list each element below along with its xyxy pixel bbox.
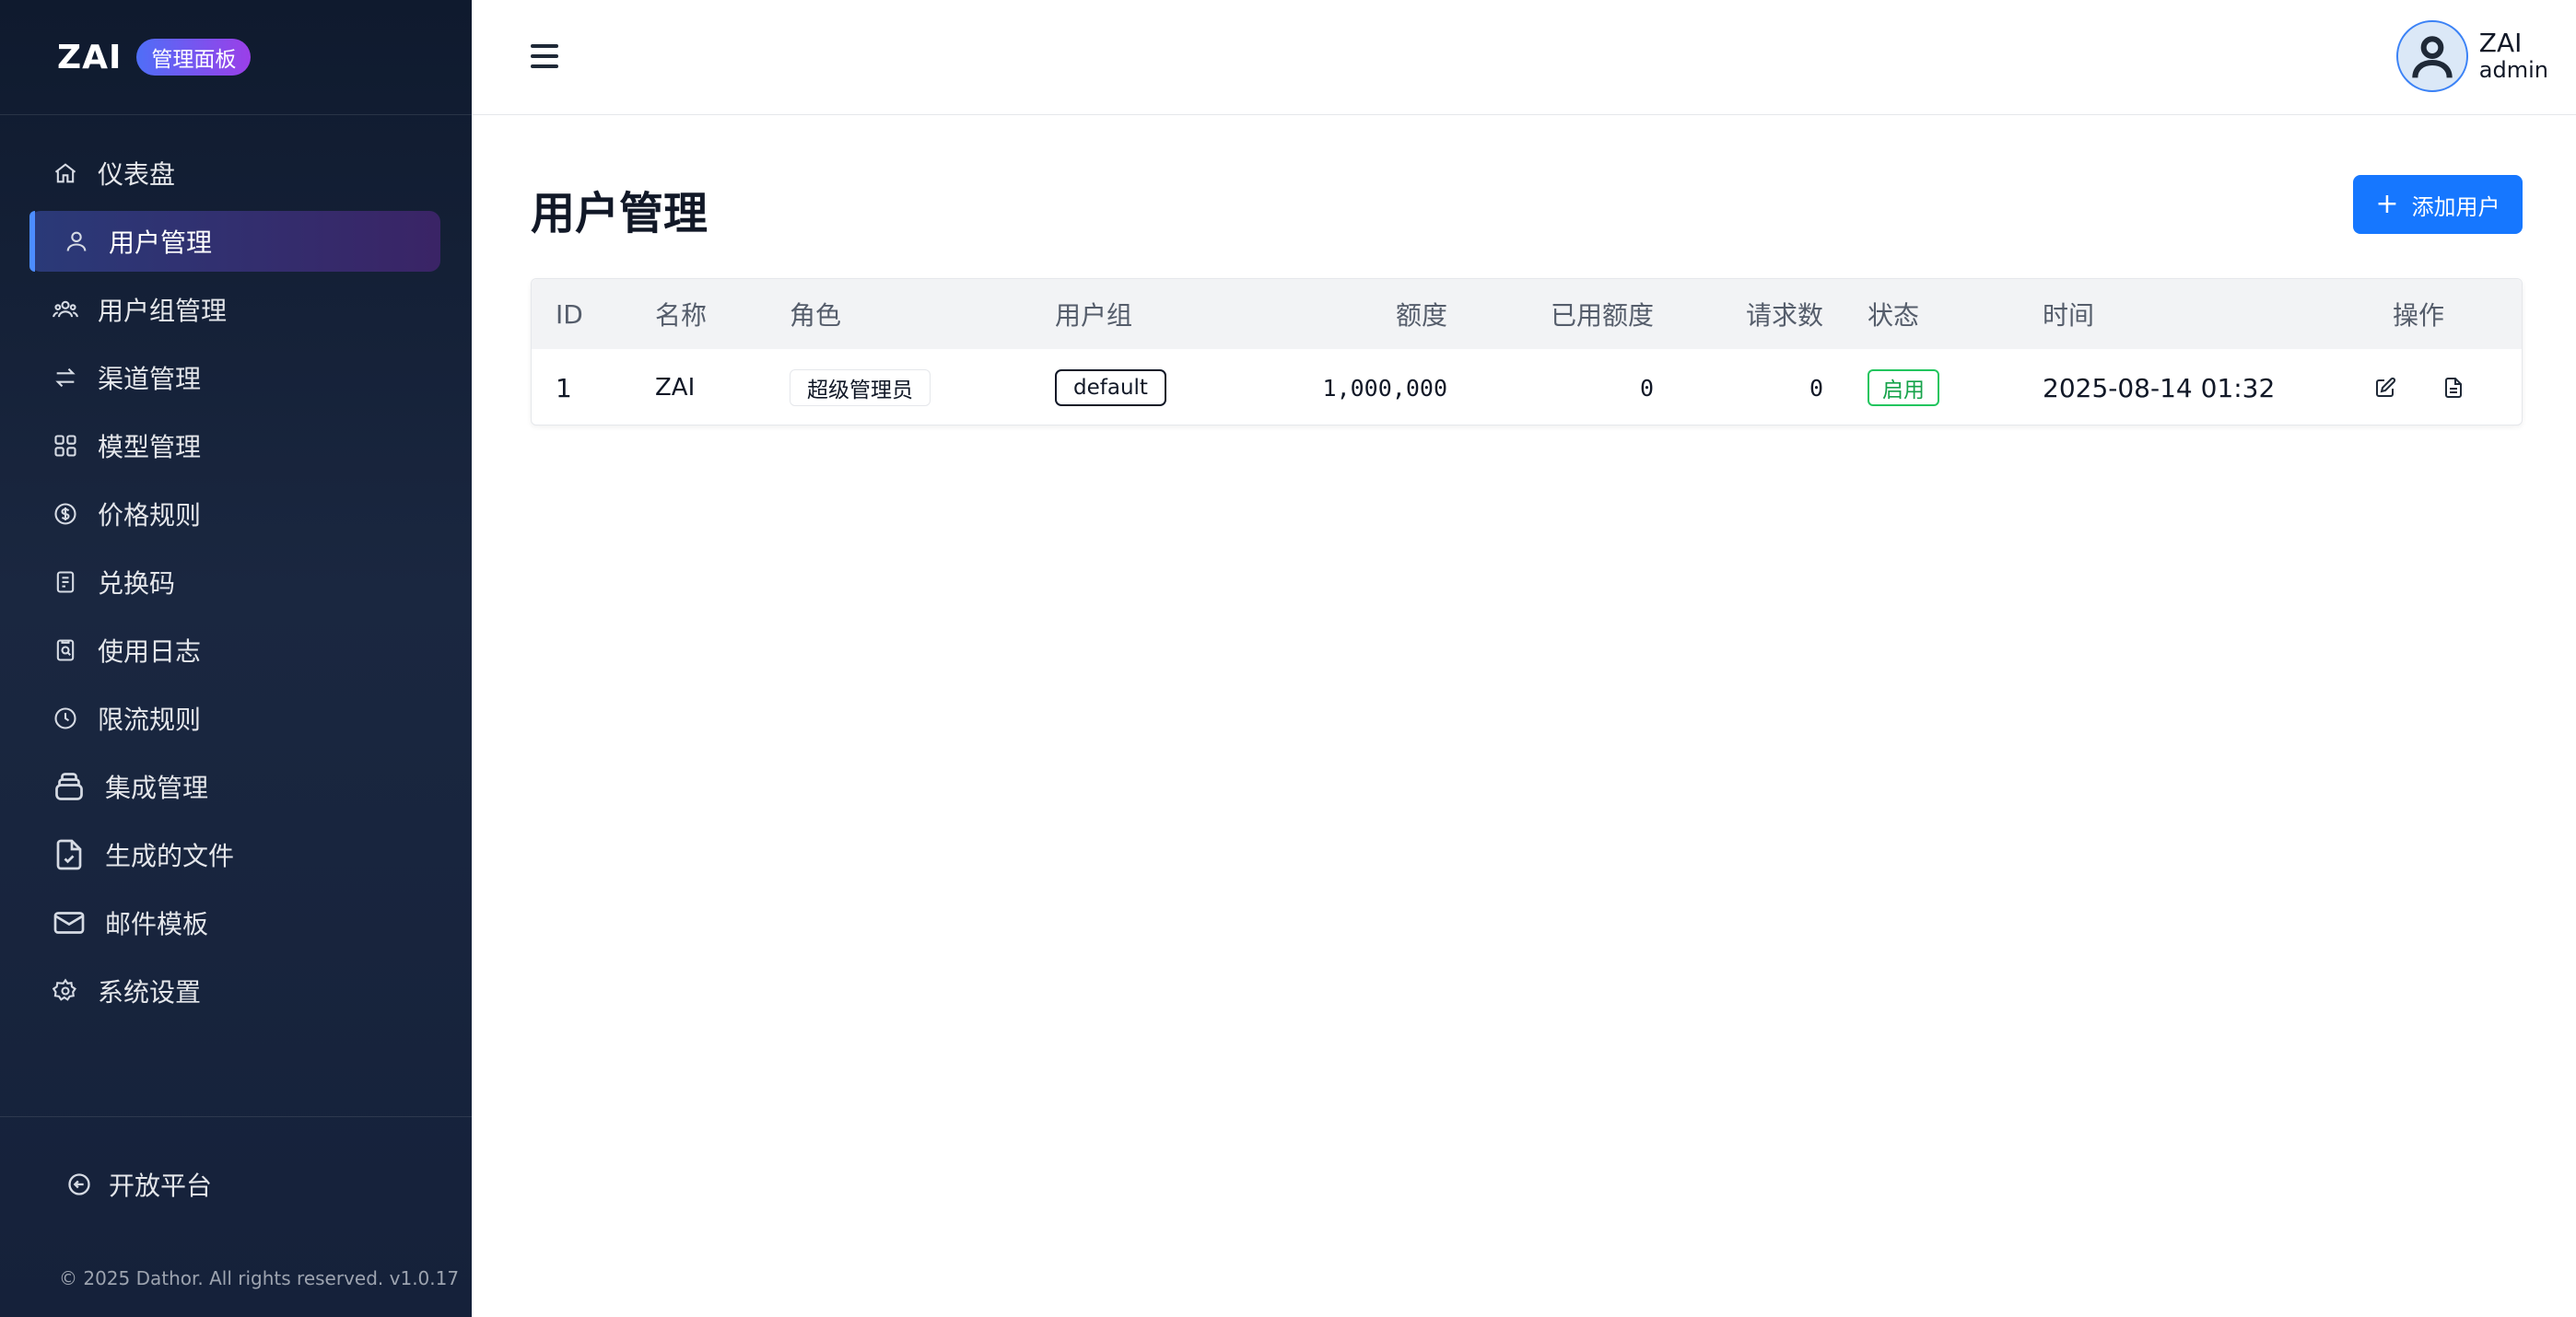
column-header-id[interactable]: ID xyxy=(556,279,583,349)
sidebar-item-users[interactable]: 用户管理 xyxy=(29,211,440,272)
status-badge: 启用 xyxy=(1868,369,1939,406)
edit-icon xyxy=(2376,377,2396,397)
sidebar-item-rate-limits[interactable]: 限流规则 xyxy=(31,688,440,749)
cell-id: 1 xyxy=(556,372,572,403)
users-icon xyxy=(52,296,79,323)
layers-icon xyxy=(52,773,87,800)
user-avatar-icon xyxy=(2412,36,2453,78)
hamburger-icon-line xyxy=(531,44,558,48)
document-icon xyxy=(2445,378,2462,398)
sidebar-item-dashboard[interactable]: 仪表盘 xyxy=(31,143,440,204)
hamburger-icon-line xyxy=(531,54,558,58)
sidebar-item-models[interactable]: 模型管理 xyxy=(31,415,440,476)
sidebar-item-redeem-codes[interactable]: 兑换码 xyxy=(31,552,440,612)
sidebar-item-label: 限流规则 xyxy=(98,705,202,735)
edit-button[interactable] xyxy=(2374,349,2396,426)
users-table: ID 名称 角色 用户组 额度 已用额度 请求数 状态 时间 操作 1 ZAI … xyxy=(531,278,2523,425)
brand-logo: ZAI xyxy=(57,38,123,76)
file-check-icon xyxy=(52,839,87,870)
column-header-name[interactable]: 名称 xyxy=(655,279,707,349)
column-header-actions: 操作 xyxy=(2393,300,2445,331)
brand[interactable]: ZAI 管理面板 xyxy=(0,0,472,115)
table-header: ID 名称 角色 用户组 额度 已用额度 请求数 状态 时间 操作 xyxy=(532,279,2522,349)
sidebar: ZAI 管理面板 仪表盘 用户管理 用户组管理 渠道管理 模型管理 价格规则 兑… xyxy=(0,0,472,1317)
home-icon xyxy=(52,159,79,187)
add-user-button[interactable]: + 添加用户 xyxy=(2353,175,2523,234)
plus-icon: + xyxy=(2375,188,2399,220)
column-header-time[interactable]: 时间 xyxy=(2043,279,2094,349)
cell-requests: 0 xyxy=(1809,374,1823,402)
sidebar-item-channels[interactable]: 渠道管理 xyxy=(31,347,440,408)
sidebar-item-label: 使用日志 xyxy=(98,636,202,667)
open-platform-label: 开放平台 xyxy=(109,1171,213,1201)
dollar-circle-icon xyxy=(52,500,79,528)
grid-icon xyxy=(52,432,79,460)
sidebar-item-label: 邮件模板 xyxy=(105,909,209,939)
sidebar-item-label: 用户管理 xyxy=(109,227,213,258)
column-header-quota[interactable]: 额度 xyxy=(1232,279,1447,349)
column-header-group[interactable]: 用户组 xyxy=(1055,279,1132,349)
column-header-requests[interactable]: 请求数 xyxy=(1674,279,1823,349)
avatar xyxy=(2395,20,2468,92)
sidebar-item-label: 兑换码 xyxy=(98,568,176,599)
sidebar-item-usage-logs[interactable]: 使用日志 xyxy=(31,620,440,681)
clock-icon xyxy=(52,705,79,732)
sidebar-item-pricing[interactable]: 价格规则 xyxy=(31,484,440,544)
hamburger-icon-line xyxy=(531,64,558,68)
user-name: ZAI xyxy=(2478,28,2523,59)
role-tag: 超级管理员 xyxy=(790,369,931,406)
swap-icon xyxy=(52,364,79,391)
group-tag: default xyxy=(1055,369,1166,406)
add-user-button-label: 添加用户 xyxy=(2411,193,2500,220)
column-header-used-quota[interactable]: 已用额度 xyxy=(1453,279,1654,349)
sidebar-item-label: 用户组管理 xyxy=(98,296,228,326)
logs-button[interactable] xyxy=(2442,349,2465,426)
sidebar-item-user-groups[interactable]: 用户组管理 xyxy=(31,279,440,340)
sidebar-item-label: 系统设置 xyxy=(98,977,202,1008)
user-icon xyxy=(63,227,90,255)
sidebar-nav: 仪表盘 用户管理 用户组管理 渠道管理 模型管理 价格规则 兑换码 使用日志 限… xyxy=(0,143,472,1029)
sidebar-item-label: 集成管理 xyxy=(105,773,209,803)
sidebar-item-label: 仪表盘 xyxy=(98,159,176,190)
log-search-icon xyxy=(52,636,79,664)
topbar: ZAI admin xyxy=(472,0,2576,115)
sidebar-item-label: 渠道管理 xyxy=(98,364,202,394)
sidebar-item-generated-files[interactable]: 生成的文件 xyxy=(31,824,440,885)
brand-badge: 管理面板 xyxy=(136,39,252,76)
sidebar-item-label: 价格规则 xyxy=(98,500,202,530)
sidebar-divider xyxy=(0,1116,472,1117)
open-platform-link[interactable]: 开放平台 xyxy=(66,1166,212,1203)
gear-icon xyxy=(52,977,79,1005)
cell-quota: 1,000,000 xyxy=(1322,374,1447,402)
sidebar-item-mail-templates[interactable]: 邮件模板 xyxy=(31,892,440,953)
sidebar-item-label: 生成的文件 xyxy=(105,841,235,871)
cell-time: 2025-08-14 01:32 xyxy=(2043,372,2276,403)
column-header-role[interactable]: 角色 xyxy=(790,279,841,349)
sidebar-item-integrations[interactable]: 集成管理 xyxy=(31,756,440,817)
table-row: 1 ZAI 超级管理员 default 1,000,000 0 0 启用 202… xyxy=(532,349,2522,426)
user-menu[interactable]: ZAI admin xyxy=(2395,20,2548,92)
user-role: admin xyxy=(2478,57,2548,84)
copyright: © 2025 Dathor. All rights reserved. v1.0… xyxy=(59,1267,460,1289)
sidebar-item-settings[interactable]: 系统设置 xyxy=(31,961,440,1021)
ticket-icon xyxy=(52,568,79,596)
cell-used-quota: 0 xyxy=(1639,374,1654,402)
menu-toggle-button[interactable] xyxy=(529,41,560,72)
mail-icon xyxy=(52,909,87,937)
cell-name: ZAI xyxy=(655,374,696,402)
column-header-status[interactable]: 状态 xyxy=(1868,279,1919,349)
back-arrow-circle-icon xyxy=(68,1173,90,1195)
sidebar-item-label: 模型管理 xyxy=(98,432,202,462)
page-title: 用户管理 xyxy=(531,188,708,239)
